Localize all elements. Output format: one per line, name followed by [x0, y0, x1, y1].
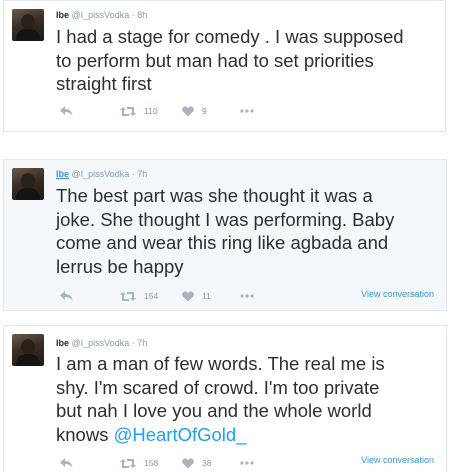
- like-count: 38: [202, 458, 212, 468]
- more-button[interactable]: [240, 288, 254, 304]
- reply-button[interactable]: [60, 103, 73, 119]
- separator-dot: ·: [131, 338, 135, 348]
- retweet-count: 158: [144, 458, 159, 468]
- retweet-count: 110: [144, 106, 158, 116]
- author-name[interactable]: Ibe: [56, 338, 69, 348]
- reply-button[interactable]: [60, 455, 73, 471]
- heart-icon: [182, 457, 194, 468]
- tweet-text-line: shy. I'm scared of crowd. I'm too privat…: [56, 376, 380, 398]
- tweet-text: The best part was she thought it was a j…: [56, 184, 394, 278]
- tweet-text-line: joke. She thought I was performing. Baby: [56, 208, 395, 230]
- tweet-text-fragment: knows: [56, 423, 114, 445]
- tweet-card[interactable]: Ibe @I_pissVodka · 7h The best part was …: [3, 159, 447, 311]
- tweet-header: Ibe @I_pissVodka · 8h: [56, 10, 147, 20]
- reply-icon: [60, 291, 73, 301]
- author-name[interactable]: Ibe: [56, 10, 69, 20]
- tweet-card[interactable]: Ibe @I_pissVodka · 8h I had a stage for …: [3, 0, 446, 132]
- like-button[interactable]: 9: [182, 103, 207, 119]
- author-handle[interactable]: @I_pissVodka: [72, 10, 130, 20]
- mention-link[interactable]: @HeartOfGold_: [114, 424, 247, 445]
- tweet-text-line: but nah I love you and the whole world: [56, 400, 372, 421]
- reply-icon: [60, 106, 73, 116]
- view-conversation-link[interactable]: View conversation: [361, 289, 434, 299]
- retweet-icon: [120, 106, 136, 116]
- author-handle[interactable]: @I_pissVodka: [72, 338, 130, 348]
- tweet-header: Ibe @I_pissVodka · 7h: [56, 169, 147, 179]
- tweet-timestamp[interactable]: 7h: [137, 169, 147, 179]
- like-count: 9: [202, 106, 207, 116]
- reply-icon: [60, 458, 73, 468]
- separator-dot: ·: [131, 10, 135, 20]
- reply-button[interactable]: [60, 288, 73, 304]
- more-dots-icon: [240, 461, 254, 465]
- tweet-text-line: The best part was she thought it was a: [56, 185, 373, 206]
- retweet-count: 154: [144, 291, 159, 301]
- tweet-text: I am a man of few words. The real me is …: [56, 352, 385, 446]
- like-button[interactable]: 11: [182, 288, 211, 304]
- heart-icon: [182, 105, 194, 116]
- retweet-button[interactable]: 158: [120, 455, 158, 471]
- more-dots-icon: [240, 294, 254, 298]
- tweet-text-line: straight first: [56, 73, 152, 94]
- tweet-card[interactable]: Ibe @I_pissVodka · 7h I am a man of few …: [3, 325, 447, 472]
- retweet-icon: [120, 458, 136, 468]
- author-handle[interactable]: @I_pissVodka: [72, 169, 130, 179]
- view-conversation-link[interactable]: View conversation: [361, 455, 434, 465]
- retweet-button[interactable]: 154: [120, 288, 158, 304]
- like-button[interactable]: 38: [182, 455, 211, 471]
- more-dots-icon: [240, 109, 254, 113]
- tweet-text-line: come and wear this ring like agbada and: [56, 232, 389, 253]
- separator-dot: ·: [131, 169, 135, 179]
- avatar[interactable]: [12, 9, 44, 41]
- tweet-text-line: lerrus be happy: [56, 255, 184, 277]
- author-name[interactable]: Ibe: [56, 169, 69, 179]
- tweet-text-line: I had a stage for comedy . I was suppose…: [56, 26, 404, 47]
- avatar[interactable]: [12, 168, 44, 200]
- heart-icon: [182, 290, 194, 301]
- avatar[interactable]: [12, 334, 44, 366]
- like-count: 11: [202, 291, 211, 301]
- retweet-icon: [120, 291, 136, 301]
- tweet-actions: 110 9: [56, 103, 436, 119]
- tweet-text-line: knows @HeartOfGold_: [56, 423, 385, 447]
- tweet-header: Ibe @I_pissVodka · 7h: [56, 338, 147, 348]
- tweet-text-line: I am a man of few words. The real me is: [56, 353, 385, 374]
- tweet-text-line: to perform but man had to set priorities: [56, 49, 374, 71]
- tweet-text: I had a stage for comedy . I was suppose…: [56, 25, 404, 96]
- more-button[interactable]: [240, 103, 254, 119]
- more-button[interactable]: [240, 455, 254, 471]
- tweet-timestamp[interactable]: 8h: [137, 10, 147, 20]
- tweet-timestamp[interactable]: 7h: [137, 338, 147, 348]
- retweet-button[interactable]: 110: [120, 103, 158, 119]
